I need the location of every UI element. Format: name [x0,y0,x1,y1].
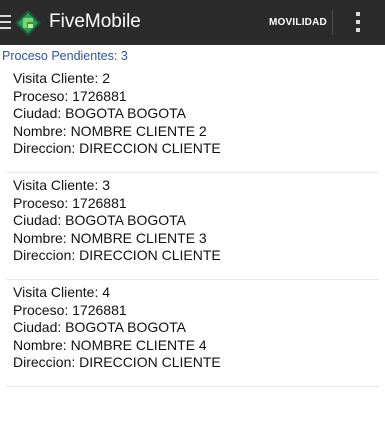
visit-process: Proceso: 1726881 [13,301,127,318]
visit-number: Visita Cliente: 3 [13,177,111,193]
pending-processes-label: Proceso Pendientes: 3 [2,49,128,63]
visit-details: Visita Cliente: 2 Proceso: 1726881 Ciuda… [13,70,221,158]
app-bar: FiveMobile MOVILIDAD [0,0,385,45]
visit-list-item[interactable]: Visita Cliente: 3 Proceso: 1726881 Ciuda… [0,173,385,280]
appbar-divider [332,10,333,35]
visit-address: Direccion: DIRECCION CLIENTE [13,247,221,263]
visit-client-name: Nombre: NOMBRE CLIENTE 4 [13,336,207,353]
visit-details: Visita Cliente: 4 Proceso: 1726881 Ciuda… [13,284,221,372]
visit-list: Visita Cliente: 2 Proceso: 1726881 Ciuda… [0,66,385,387]
visit-list-item[interactable]: Visita Cliente: 4 Proceso: 1726881 Ciuda… [0,280,385,387]
visit-address: Direccion: DIRECCION CLIENTE [13,140,221,156]
visit-process: Proceso: 1726881 [13,87,127,104]
fivemobile-logo-icon [15,10,41,36]
visit-city: Ciudad: BOGOTA BOGOTA [13,212,186,228]
visit-process: Proceso: 1726881 [13,194,127,211]
movilidad-button[interactable]: MOVILIDAD [263,13,333,33]
visit-city: Ciudad: BOGOTA BOGOTA [13,105,186,121]
visit-address: Direccion: DIRECCION CLIENTE [13,354,221,370]
visit-number: Visita Cliente: 4 [13,284,111,300]
visit-client-name: Nombre: NOMBRE CLIENTE 2 [13,122,207,139]
visit-client-name: Nombre: NOMBRE CLIENTE 3 [13,229,207,246]
visit-details: Visita Cliente: 3 Proceso: 1726881 Ciuda… [13,177,221,265]
hamburger-menu-icon[interactable] [0,13,12,31]
visit-city: Ciudad: BOGOTA BOGOTA [13,319,186,335]
more-vert-icon[interactable] [350,9,366,37]
visit-list-item[interactable]: Visita Cliente: 2 Proceso: 1726881 Ciuda… [0,66,385,173]
list-divider [6,386,379,387]
app-title: FiveMobile [49,11,141,32]
visit-number: Visita Cliente: 2 [13,70,111,86]
